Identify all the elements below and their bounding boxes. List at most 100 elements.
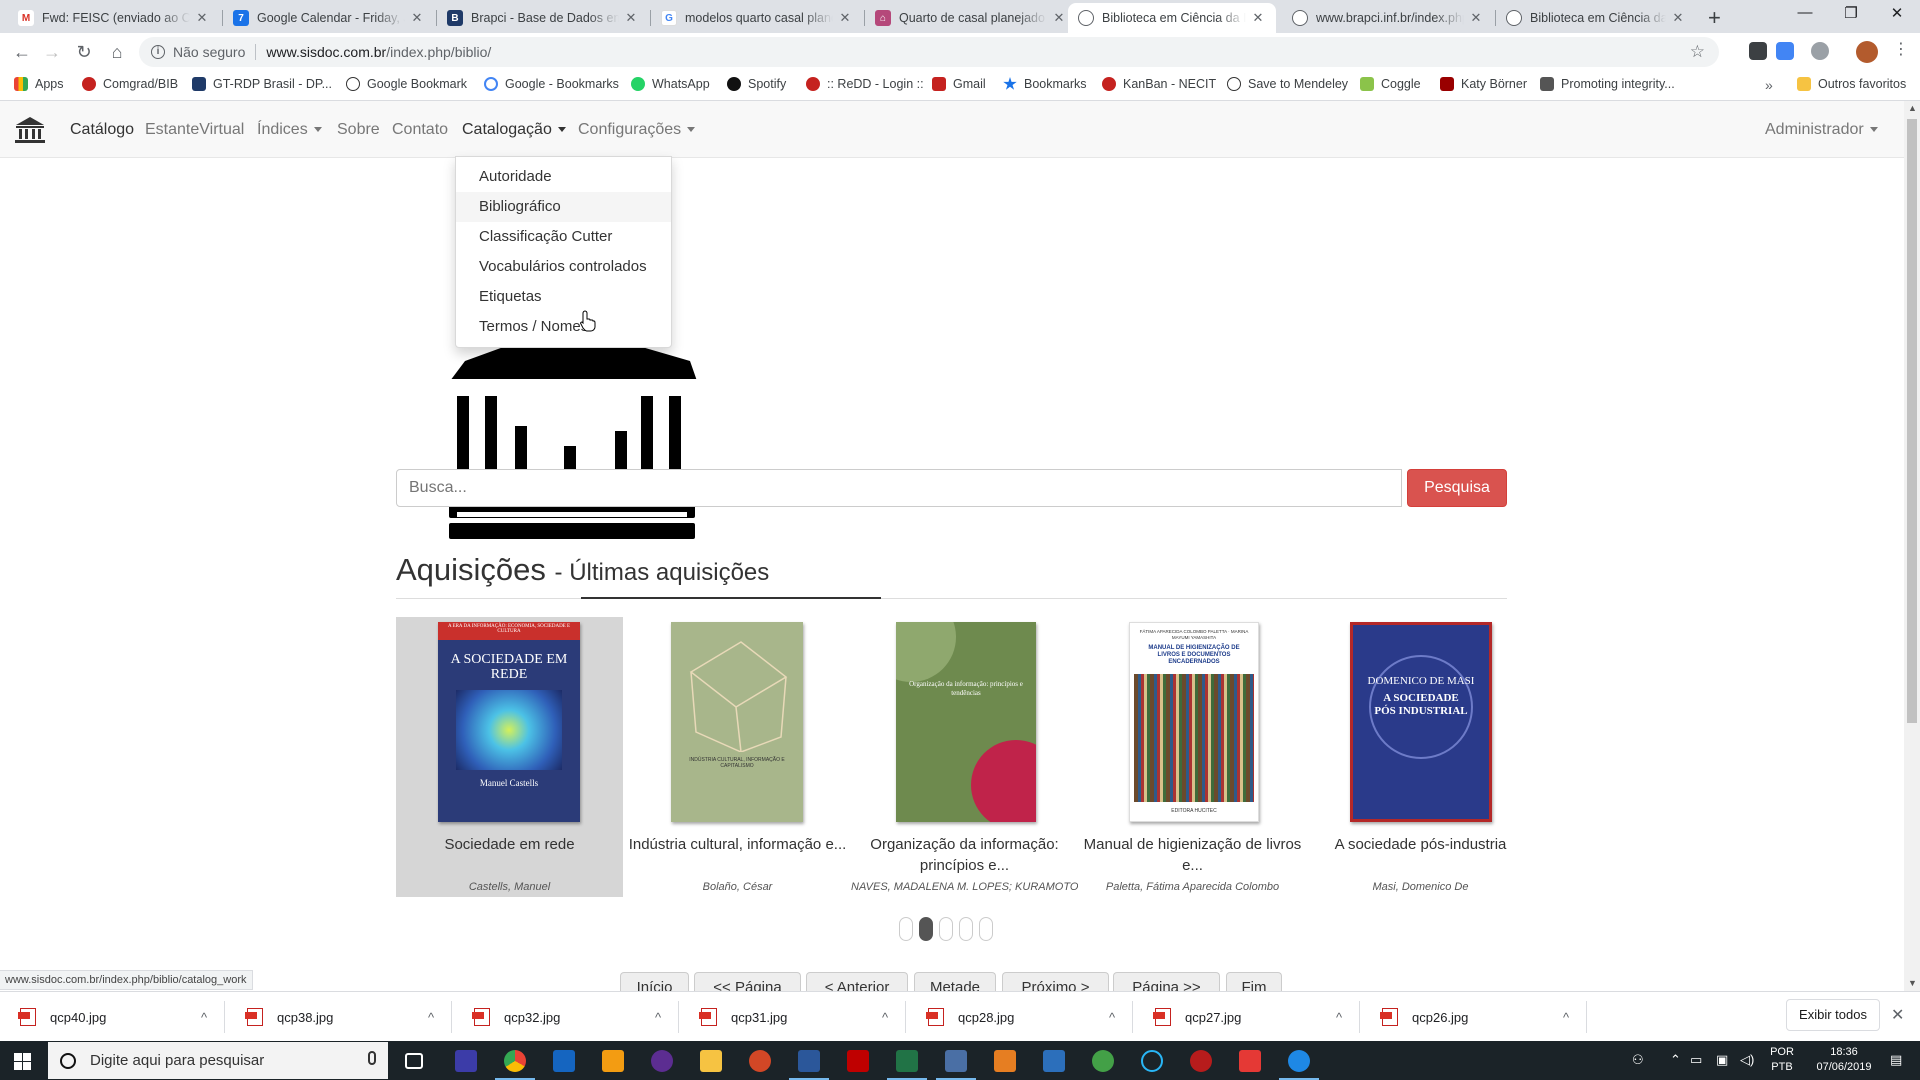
download-item[interactable]: qcp32.jpg ^ — [454, 1001, 679, 1033]
app-green-icon[interactable] — [1092, 1050, 1114, 1072]
microphone-icon[interactable] — [368, 1051, 376, 1065]
bookmark-star-icon[interactable]: ☆ — [1690, 42, 1705, 62]
clock[interactable]: 18:36 07/06/2019 — [1808, 1045, 1880, 1075]
word-icon[interactable] — [789, 1050, 829, 1080]
chevron-up-icon[interactable]: ^ — [1092, 1010, 1132, 1025]
bookmark-item[interactable]: :: ReDD - Login :: — [806, 77, 924, 91]
bookmark-apps[interactable]: Apps — [14, 77, 64, 91]
excel-icon[interactable] — [887, 1050, 927, 1080]
app-gear-icon[interactable] — [994, 1050, 1016, 1072]
file-explorer-icon[interactable] — [700, 1050, 722, 1072]
library-logo-icon[interactable] — [14, 115, 46, 145]
close-icon[interactable]: ✕ — [1670, 10, 1686, 26]
menu-icon[interactable]: ⋮ — [1893, 39, 1909, 59]
bookmark-item[interactable]: Google Bookmark — [346, 77, 467, 91]
download-item[interactable]: qcp26.jpg ^ — [1362, 1001, 1587, 1033]
carousel-dot[interactable] — [939, 917, 953, 941]
maximize-button[interactable]: ❐ — [1828, 4, 1874, 22]
download-item[interactable]: qcp28.jpg ^ — [908, 1001, 1133, 1033]
chevron-up-icon[interactable]: ^ — [184, 1010, 224, 1025]
menu-item-autoridade[interactable]: Autoridade — [456, 162, 671, 192]
browser-tab[interactable]: Biblioteca em Ciência da Informação ✕ — [1496, 3, 1696, 33]
outlook-icon[interactable] — [553, 1050, 575, 1072]
download-item[interactable]: qcp38.jpg ^ — [227, 1001, 452, 1033]
browser-tab[interactable]: ⌂ Quarto de casal planejado ✕ — [865, 3, 1077, 33]
new-tab-button[interactable]: + — [1708, 5, 1721, 31]
bookmark-item[interactable]: Katy Börner — [1440, 77, 1527, 91]
bookmark-item[interactable]: WhatsApp — [631, 77, 710, 91]
chevron-up-icon[interactable]: ^ — [411, 1010, 451, 1025]
browser-tab[interactable]: G modelos quarto casal planejado ✕ — [651, 3, 863, 33]
search-input[interactable] — [396, 469, 1402, 507]
back-icon[interactable]: ← — [10, 40, 34, 64]
app-c-icon[interactable] — [1141, 1050, 1163, 1072]
browser-tab-active[interactable]: Biblioteca em Ciência da Informação ✕ — [1068, 3, 1276, 33]
notifications-icon[interactable]: ▤ — [1890, 1052, 1902, 1068]
chevron-up-icon[interactable]: ^ — [1546, 1010, 1586, 1025]
carousel-dot-active[interactable] — [919, 917, 933, 941]
address-bar[interactable]: i Não seguro www.sisdoc.com.br/index.php… — [139, 37, 1719, 67]
chrome-icon[interactable] — [495, 1050, 535, 1080]
browser-tab[interactable]: B Brapci - Base de Dados em Ciência ✕ — [437, 3, 649, 33]
translate-icon[interactable] — [1776, 42, 1794, 60]
carousel-dot[interactable] — [979, 917, 993, 941]
close-icon[interactable]: ✕ — [837, 10, 853, 26]
settings-app-icon[interactable] — [602, 1050, 624, 1072]
close-icon[interactable]: ✕ — [409, 10, 425, 26]
nav-administrador[interactable]: Administrador — [1765, 121, 1878, 139]
scroll-down-icon[interactable]: ▼ — [1908, 978, 1917, 988]
bookmark-item[interactable]: GT-RDP Brasil - DP... — [192, 77, 332, 91]
people-icon[interactable]: ⚇ — [1632, 1052, 1644, 1068]
chevron-up-icon[interactable]: ^ — [865, 1010, 905, 1025]
scrollbar[interactable]: ▲ ▼ — [1904, 101, 1920, 991]
carousel-dot[interactable] — [959, 917, 973, 941]
close-icon[interactable]: ✕ — [623, 10, 639, 26]
bookmark-item[interactable]: Promoting integrity... — [1540, 77, 1675, 91]
app-red-icon[interactable] — [1190, 1050, 1212, 1072]
bookmark-item[interactable]: Gmail — [932, 77, 986, 91]
close-icon[interactable]: ✕ — [1468, 10, 1484, 26]
bookmark-item[interactable]: Comgrad/BIB — [82, 77, 178, 91]
reload-icon[interactable]: ↻ — [72, 40, 96, 64]
nav-estante-virtual[interactable]: EstanteVirtual — [145, 121, 244, 139]
profile-avatar[interactable] — [1856, 41, 1878, 63]
pager-fim[interactable]: Fim — [1226, 972, 1282, 991]
pager-anterior[interactable]: < Anterior — [806, 972, 908, 991]
filezilla-icon[interactable] — [847, 1050, 869, 1072]
extension-icon[interactable] — [1749, 42, 1767, 60]
bookmark-folder-other[interactable]: Outros favoritos — [1797, 77, 1906, 91]
show-all-downloads-button[interactable]: Exibir todos — [1786, 999, 1880, 1031]
nav-catalogo[interactable]: Catálogo — [70, 121, 134, 139]
browser-tab[interactable]: M Fwd: FEISC (enviado ao CNPq) ✕ — [8, 3, 220, 33]
nav-sobre[interactable]: Sobre — [337, 121, 380, 139]
info-icon[interactable]: i — [151, 45, 165, 59]
pdf-reader-icon[interactable] — [1239, 1050, 1261, 1072]
nav-catalogacao[interactable]: Catalogação — [462, 121, 566, 139]
scrollbar-thumb[interactable] — [1907, 119, 1917, 723]
nav-configuracoes[interactable]: Configurações — [578, 121, 696, 139]
minimize-button[interactable]: — — [1782, 4, 1828, 21]
menu-item-termos-nomes[interactable]: Termos / Nomes — [456, 312, 671, 342]
bookmark-item[interactable]: Spotify — [727, 77, 786, 91]
bookmark-item[interactable]: Google - Bookmarks — [484, 77, 619, 91]
book-card[interactable]: FÁTIMA APARECIDA COLOMBO PALETTA · MARIN… — [1079, 617, 1306, 897]
network-icon[interactable]: ▣ — [1716, 1052, 1728, 1068]
volume-icon[interactable]: ◁) — [1740, 1052, 1754, 1068]
carousel-dot[interactable] — [899, 917, 913, 941]
taskbar-search-box[interactable]: Digite aqui para pesquisar — [48, 1042, 388, 1079]
scroll-up-icon[interactable]: ▲ — [1908, 103, 1917, 113]
bookmark-item[interactable]: Coggle — [1360, 77, 1421, 91]
menu-item-bibliografico[interactable]: Bibliográfico — [456, 192, 671, 222]
menu-item-classificacao-cutter[interactable]: Classificação Cutter — [456, 222, 671, 252]
browser-tab[interactable]: www.brapci.inf.br/index.php ✕ — [1282, 3, 1494, 33]
book-card[interactable]: DOMENICO DE MASI A SOCIEDADE PÓS INDUSTR… — [1307, 617, 1534, 897]
nav-indices[interactable]: Índices — [257, 121, 322, 139]
powerpoint-icon[interactable] — [749, 1050, 771, 1072]
bookmark-item[interactable]: Save to Mendeley — [1227, 77, 1348, 91]
menu-item-vocabularios[interactable]: Vocabulários controlados — [456, 252, 671, 282]
close-window-button[interactable]: ✕ — [1874, 4, 1920, 22]
edge-icon[interactable] — [1279, 1050, 1319, 1080]
extension-check-icon[interactable] — [1811, 42, 1829, 60]
app-u-icon[interactable] — [455, 1050, 477, 1072]
nav-contato[interactable]: Contato — [392, 121, 448, 139]
